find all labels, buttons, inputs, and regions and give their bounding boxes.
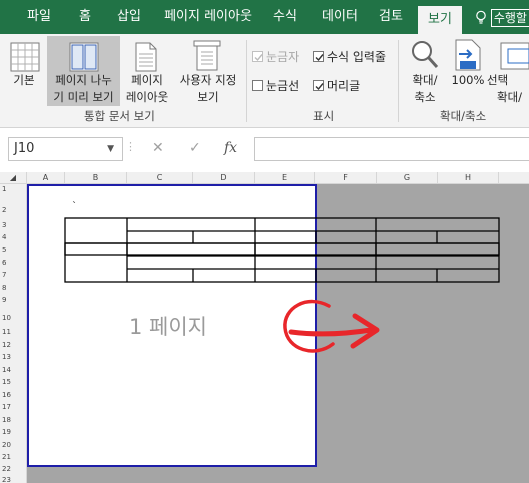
- row-header[interactable]: 17: [0, 403, 26, 411]
- enter-icon[interactable]: ✓: [189, 140, 201, 156]
- select-all-corner[interactable]: ◢: [0, 172, 27, 184]
- checkbox-box: [313, 51, 324, 62]
- headings-checkbox[interactable]: 머리글: [313, 77, 360, 94]
- row-header[interactable]: 8: [0, 284, 26, 292]
- tell-me-box[interactable]: 수행할: [475, 9, 529, 27]
- row-header[interactable]: 1: [0, 185, 26, 193]
- zoom-100-icon: [455, 39, 481, 71]
- drag-handle-icon[interactable]: ⋮: [125, 140, 136, 153]
- row-header[interactable]: 9: [0, 296, 26, 304]
- row-header[interactable]: 18: [0, 416, 26, 424]
- row-header[interactable]: 2: [0, 206, 26, 214]
- row-header[interactable]: 23: [0, 476, 26, 483]
- headings-label: 머리글: [327, 79, 361, 93]
- group-label-workbook-views: 통합 문서 보기: [84, 109, 155, 123]
- formula-input[interactable]: [254, 137, 529, 161]
- tab-home[interactable]: 홈: [70, 0, 100, 34]
- row-header[interactable]: 12: [0, 341, 26, 349]
- column-header[interactable]: B: [65, 172, 127, 184]
- tab-page-layout[interactable]: 페이지 레이아웃: [158, 0, 258, 34]
- column-header[interactable]: D: [193, 172, 255, 184]
- zoom-to-selection-button[interactable]: 선택 확대/: [487, 72, 529, 106]
- row-header[interactable]: 4: [0, 233, 26, 241]
- formula-bar-label: 수식 입력줄: [327, 50, 387, 64]
- row-header[interactable]: 13: [0, 353, 26, 361]
- tab-review[interactable]: 검토: [372, 0, 410, 34]
- page-layout-icon: [135, 42, 157, 72]
- group-separator: [246, 40, 247, 122]
- excel-window: 파일 홈 삽입 페이지 레이아웃 수식 데이터 검토 보기 수행할 기본 페이지…: [0, 0, 529, 483]
- check-icon: [254, 54, 263, 62]
- chevron-down-icon[interactable]: ▼: [107, 138, 114, 160]
- row-header[interactable]: 19: [0, 428, 26, 436]
- checkbox-box: [252, 80, 263, 91]
- group-separator: [398, 40, 399, 122]
- name-box[interactable]: J10 ▼: [8, 137, 123, 161]
- row-header[interactable]: 11: [0, 328, 26, 336]
- column-header[interactable]: C: [127, 172, 193, 184]
- ruler-label: 눈금자: [266, 50, 300, 64]
- page-break-preview-label-1: 페이지 나누: [55, 73, 112, 87]
- column-header[interactable]: H: [438, 172, 499, 184]
- normal-view-icon: [10, 42, 40, 72]
- tell-me-label: 수행할: [490, 9, 529, 27]
- formula-bar: J10 ▼ ⋮ ✕ ✓ fx: [0, 128, 529, 170]
- column-header[interactable]: G: [377, 172, 438, 184]
- zoom-100-button[interactable]: 100%: [448, 72, 488, 89]
- column-header[interactable]: F: [315, 172, 377, 184]
- page-number-watermark: 1 페이지: [129, 315, 207, 339]
- tab-file[interactable]: 파일: [22, 0, 56, 34]
- page-layout-button[interactable]: 페이지 레이아웃: [122, 72, 172, 106]
- row-header[interactable]: 14: [0, 366, 26, 374]
- row-header[interactable]: 22: [0, 465, 26, 473]
- row-header[interactable]: 20: [0, 441, 26, 449]
- column-headers: ◢ A B C D E F G H: [0, 172, 529, 184]
- column-header[interactable]: A: [27, 172, 65, 184]
- group-label-zoom: 확대/축소: [440, 109, 487, 123]
- checkbox-box: [313, 80, 324, 91]
- ribbon-tab-bar: 파일 홈 삽입 페이지 레이아웃 수식 데이터 검토 보기 수행할: [0, 0, 529, 34]
- column-header[interactable]: E: [255, 172, 315, 184]
- normal-view-button[interactable]: 기본: [4, 72, 44, 89]
- custom-views-button[interactable]: 사용자 지정 보기: [172, 72, 244, 106]
- check-icon: [315, 54, 324, 62]
- ribbon-view: 기본 페이지 나누 기 미리 보기 페이지 레이아웃 사용자 지정 보기 통합 …: [0, 34, 529, 128]
- formula-bar-checkbox[interactable]: 수식 입력줄: [313, 48, 386, 65]
- tab-insert[interactable]: 삽입: [110, 0, 148, 34]
- zoom-button[interactable]: 확대/ 축소: [404, 72, 446, 106]
- worksheet-area[interactable]: ` 1 페이지: [27, 184, 529, 483]
- insert-function-icon[interactable]: fx: [224, 140, 237, 156]
- row-headers: 1 2 3 4 5 6 7 8 9 10 11 12 13 14 15 16 1…: [0, 184, 27, 483]
- row-header[interactable]: 10: [0, 314, 26, 322]
- tab-view[interactable]: 보기: [418, 6, 462, 34]
- lightbulb-icon: [476, 10, 486, 24]
- page-break-preview-label-2: 기 미리 보기: [53, 90, 114, 104]
- row-header[interactable]: 5: [0, 246, 26, 254]
- check-icon: [315, 83, 324, 91]
- custom-views-icon: [193, 40, 221, 71]
- row-header[interactable]: 3: [0, 221, 26, 229]
- page-break-preview-icon: [69, 42, 99, 72]
- name-box-value: J10: [14, 141, 35, 156]
- page-break-preview-button[interactable]: 페이지 나누 기 미리 보기: [47, 36, 120, 106]
- red-arrow-circle-icon: [283, 299, 380, 353]
- zoom-magnifier-icon: [412, 41, 439, 69]
- gridlines-checkbox[interactable]: 눈금선: [252, 77, 299, 94]
- group-label-show: 표시: [313, 109, 335, 123]
- tab-formulas[interactable]: 수식: [266, 0, 304, 34]
- zoom-to-selection-icon: [500, 42, 529, 70]
- cell-borders-table: [64, 217, 500, 283]
- row-header[interactable]: 21: [0, 453, 26, 461]
- row-header[interactable]: 16: [0, 391, 26, 399]
- checkbox-box: [252, 51, 263, 62]
- row-header[interactable]: 7: [0, 271, 26, 279]
- row-header[interactable]: 15: [0, 378, 26, 386]
- ruler-checkbox[interactable]: 눈금자: [252, 48, 299, 65]
- tab-data[interactable]: 데이터: [314, 0, 366, 34]
- gridlines-label: 눈금선: [266, 79, 300, 93]
- cancel-icon[interactable]: ✕: [152, 140, 164, 156]
- row-header[interactable]: 6: [0, 259, 26, 267]
